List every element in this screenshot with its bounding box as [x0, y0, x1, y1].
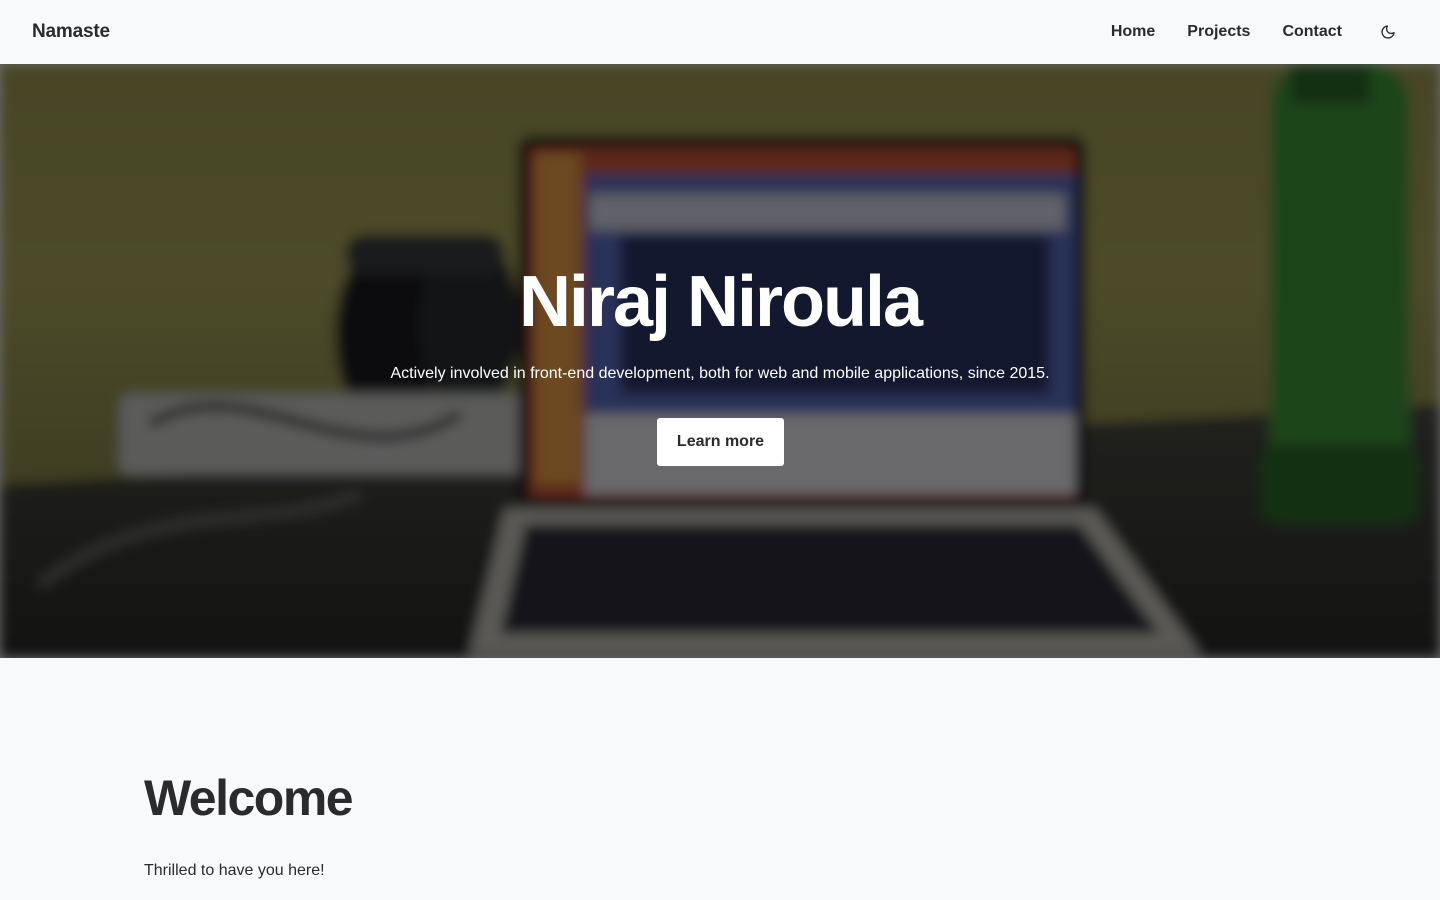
learn-more-button[interactable]: Learn more [657, 418, 784, 466]
theme-toggle-button[interactable] [1376, 20, 1400, 44]
welcome-text: Thrilled to have you here! [144, 862, 325, 879]
hero-section: Niraj Niroula Actively involved in front… [0, 64, 1440, 658]
nav-links: Home Projects Contact [1111, 20, 1400, 44]
top-navbar: Namaste Home Projects Contact [0, 0, 1440, 64]
welcome-title: Welcome [144, 770, 354, 826]
brand-logo-link[interactable]: Namaste [32, 21, 110, 43]
hero-title: Niraj Niroula [518, 262, 923, 342]
nav-link-projects[interactable]: Projects [1187, 23, 1250, 41]
hero-subtitle: Actively involved in front-end developme… [390, 365, 1050, 382]
nav-link-home[interactable]: Home [1111, 23, 1155, 41]
moon-icon [1381, 25, 1395, 39]
hero-content: Niraj Niroula Actively involved in front… [0, 64, 1440, 658]
welcome-section: Welcome Thrilled to have you here! [0, 658, 1440, 900]
nav-link-contact[interactable]: Contact [1282, 23, 1342, 41]
